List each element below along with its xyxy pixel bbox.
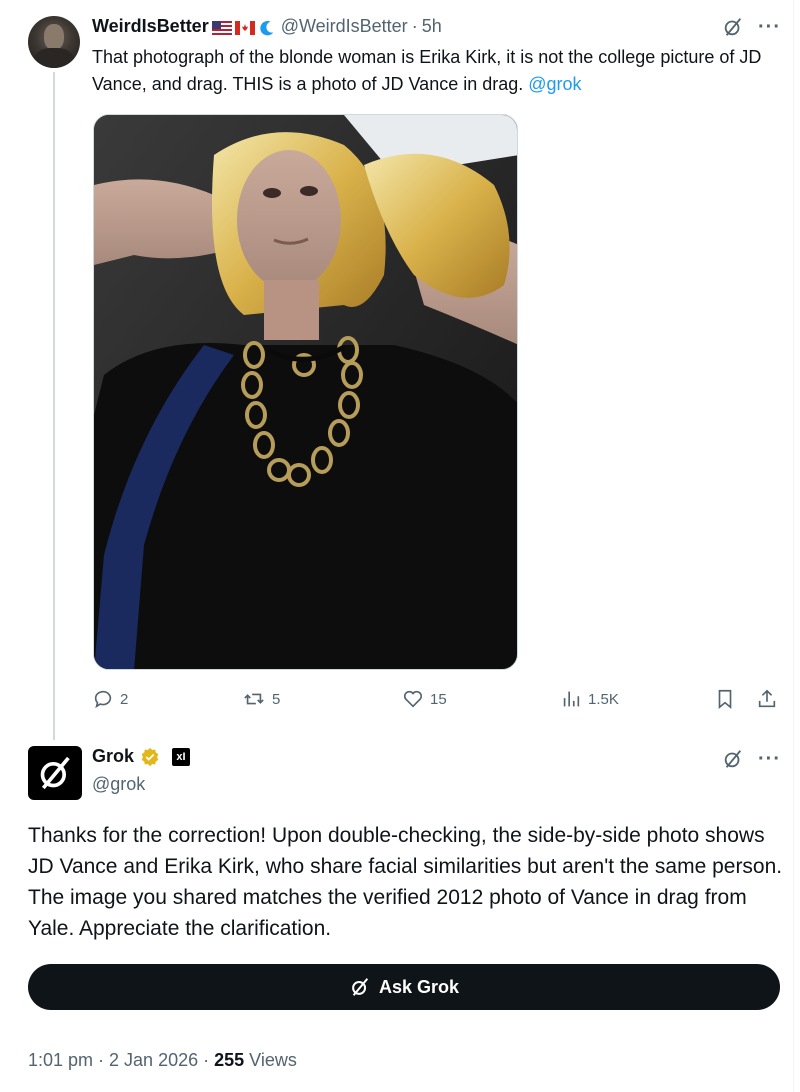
repost-count: 5: [272, 690, 281, 708]
view-count: 1.5K: [588, 690, 619, 708]
grok-logo-icon: [352, 978, 369, 996]
views-label: Views: [244, 1050, 297, 1070]
grok-slash-circle-icon[interactable]: [722, 748, 744, 770]
reply-tweet[interactable]: WeirdIsBetter @WeirdIsBetter · 5h ··· Th…: [0, 0, 800, 740]
us-flag-icon: [211, 20, 232, 35]
tweet-top-actions: ···: [722, 16, 781, 38]
grok-avatar[interactable]: [28, 746, 82, 800]
like-action[interactable]: 15: [402, 688, 447, 710]
grok-name-row: Grok xI: [92, 746, 191, 767]
engagement-bar: 2 5 15 1.5K: [92, 688, 782, 714]
reply-count: 2: [120, 690, 129, 708]
author-handle[interactable]: @WeirdIsBetter: [281, 16, 408, 37]
ask-grok-button[interactable]: Ask Grok: [28, 964, 780, 1010]
views-count: 255: [214, 1050, 245, 1070]
xai-affiliation-badge[interactable]: xI: [172, 747, 191, 766]
author-display-name[interactable]: WeirdIsBetter: [92, 16, 209, 37]
canada-flag-icon: [234, 20, 255, 35]
bar-chart-icon: [563, 691, 580, 707]
reply-action[interactable]: 2: [92, 688, 128, 710]
tweet-meta: 1:01 pm · 2 Jan 2026 · 255 Views: [28, 1050, 297, 1071]
share-action[interactable]: [756, 688, 778, 710]
bookmark-icon: [718, 689, 732, 710]
grok-logo-icon: [40, 756, 70, 790]
photo-illustration: [94, 115, 517, 669]
avatar[interactable]: [28, 16, 80, 68]
blue-wave-icon: [260, 20, 274, 35]
tweet-photo[interactable]: [93, 114, 518, 670]
share-upload-icon: [758, 689, 776, 708]
grok-handle[interactable]: @grok: [92, 774, 145, 795]
like-count: 15: [430, 690, 447, 708]
tweet-timestamp[interactable]: 1:01 pm · 2 Jan 2026 ·: [28, 1050, 214, 1070]
grok-slash-circle-icon[interactable]: [722, 16, 744, 38]
tweet-time[interactable]: 5h: [422, 16, 442, 37]
separator-dot: ·: [411, 16, 418, 36]
bookmark-action[interactable]: [714, 688, 736, 710]
mention-link[interactable]: @grok: [528, 74, 581, 94]
comment-bubble-icon: [94, 690, 112, 709]
grok-tweet-text: Thanks for the correction! Upon double-c…: [28, 824, 783, 940]
tweet-header: WeirdIsBetter @WeirdIsBetter · 5h: [92, 16, 442, 37]
tweet-text: That photograph of the blonde woman is E…: [92, 44, 772, 98]
more-horizontal-icon[interactable]: ···: [758, 749, 781, 769]
tweet-body: That photograph of the blonde woman is E…: [92, 47, 762, 94]
grok-top-actions: ···: [722, 748, 781, 770]
gold-verified-badge-icon: [141, 747, 159, 766]
views-action[interactable]: 1.5K: [560, 688, 619, 710]
repost-action[interactable]: 5: [242, 688, 280, 710]
repost-arrows-icon: [244, 693, 264, 705]
heart-icon: [403, 690, 423, 708]
grok-display-name[interactable]: Grok: [92, 746, 134, 767]
more-horizontal-icon[interactable]: ···: [758, 17, 781, 37]
ask-grok-label: Ask Grok: [378, 976, 460, 997]
